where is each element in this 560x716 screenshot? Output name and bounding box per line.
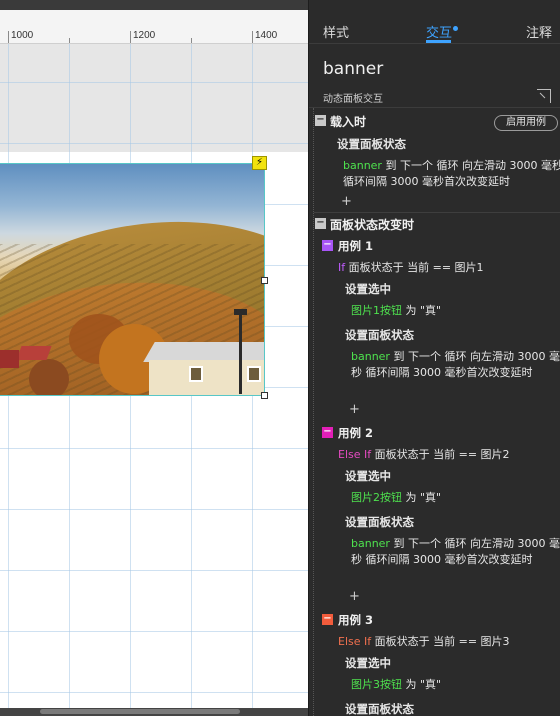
design-canvas[interactable]: 1000 1200 1400 ⚡ [0, 0, 308, 716]
minus-square-icon[interactable]: − [315, 218, 326, 229]
case-row[interactable]: − 用例 3 [322, 611, 552, 629]
case-row[interactable]: − 用例 1 [322, 237, 552, 255]
tab-style[interactable]: 样式 [323, 22, 349, 41]
case-condition[interactable]: If 面板状态于 当前 == 图片1 [338, 259, 484, 275]
action-title[interactable]: 设置面板状态 [345, 701, 414, 716]
event-onload[interactable]: − 载入时 启用用例 [314, 111, 560, 131]
ruler-tick [130, 31, 131, 43]
action-title[interactable]: 设置面板状态 [337, 136, 406, 152]
banner-dynamic-panel[interactable] [0, 163, 265, 396]
action-target: banner [351, 350, 390, 363]
minus-square-icon[interactable]: − [315, 115, 326, 126]
house-roof [143, 342, 264, 362]
ruler-tick [191, 38, 192, 43]
ruler-label: 1000 [11, 30, 34, 41]
action-target: banner [343, 159, 382, 172]
case-label: 用例 1 [338, 239, 374, 253]
case-condition[interactable]: Else If 面板状态于 当前 == 图片3 [338, 633, 510, 649]
ruler-tick [8, 31, 9, 43]
street-lamp-head [234, 309, 247, 315]
add-action-button[interactable]: + [349, 402, 360, 417]
horizontal-scrollbar[interactable] [0, 708, 308, 716]
ruler-tick [252, 31, 253, 43]
action-text: 为 "真" [402, 304, 442, 317]
minus-square-icon[interactable]: − [322, 240, 333, 251]
minus-square-icon[interactable]: − [322, 614, 333, 625]
action-target: 图片3按钮 [351, 678, 402, 691]
action-title[interactable]: 设置选中 [345, 655, 391, 671]
app-window: 1000 1200 1400 ⚡ 样式 交互 注释 banner 动态面板交互 … [0, 0, 560, 716]
condition-keyword: Else If [338, 448, 372, 461]
add-action-button[interactable]: + [349, 589, 360, 604]
house-window [247, 366, 261, 382]
ruler-tick [69, 38, 70, 43]
action-detail[interactable]: banner 到 下一个 循环 向左滑动 3000 毫秒 循环间隔 3000 毫… [351, 536, 560, 568]
condition-keyword: Else If [338, 635, 372, 648]
case-row[interactable]: − 用例 2 [322, 424, 552, 442]
action-target: banner [351, 537, 390, 550]
case-label: 用例 3 [338, 613, 374, 627]
action-text: 为 "真" [402, 491, 442, 504]
scrollbar-thumb[interactable] [40, 709, 240, 714]
tree-shape [29, 359, 69, 395]
event-title: 载入时 [330, 115, 367, 129]
red-roof [16, 346, 52, 360]
red-roof [0, 350, 19, 368]
action-detail[interactable]: 图片1按钮 为 "真" [351, 303, 560, 319]
house-window [189, 366, 203, 382]
action-title[interactable]: 设置面板状态 [345, 514, 414, 530]
case-condition[interactable]: Else If 面板状态于 当前 == 图片2 [338, 446, 510, 462]
event-list: − 载入时 启用用例 设置面板状态 banner 到 下一个 循环 向左滑动 3… [313, 108, 560, 716]
ruler-label: 1200 [133, 30, 156, 41]
resize-handle[interactable] [261, 392, 268, 399]
horizontal-ruler: 1000 1200 1400 [0, 10, 308, 44]
widget-name[interactable]: banner [323, 59, 383, 79]
tab-active-dot-icon [453, 26, 458, 31]
condition-text: 面板状态于 当前 == 图片3 [371, 635, 510, 648]
event-state-change[interactable]: − 面板状态改变时 [314, 214, 560, 234]
action-title[interactable]: 设置选中 [345, 281, 391, 297]
action-title[interactable]: 设置面板状态 [345, 327, 414, 343]
action-detail[interactable]: 图片2按钮 为 "真" [351, 490, 560, 506]
condition-text: 面板状态于 当前 == 图片2 [371, 448, 510, 461]
ruler-label: 1400 [255, 30, 278, 41]
action-target: 图片1按钮 [351, 304, 402, 317]
lightning-icon[interactable]: ⚡ [252, 156, 267, 170]
street-lamp [239, 314, 242, 394]
action-detail[interactable]: banner 到 下一个 循环 向左滑动 3000 毫秒 循环间隔 3000 毫… [343, 158, 560, 190]
enable-case-button[interactable]: 启用用例 [494, 115, 558, 131]
action-text: 为 "真" [402, 678, 442, 691]
inspector-panel: 样式 交互 注释 banner 动态面板交互 − 载入时 启用用例 设置面板状态… [308, 0, 560, 716]
house-wall [149, 360, 264, 395]
minus-square-icon[interactable]: − [322, 427, 333, 438]
condition-text: 面板状态于 当前 == 图片1 [345, 261, 484, 274]
subheader-label: 动态面板交互 [323, 94, 383, 105]
action-detail[interactable]: 图片3按钮 为 "真" [351, 677, 560, 693]
action-detail[interactable]: banner 到 下一个 循环 向左滑动 3000 毫秒 循环间隔 3000 毫… [351, 349, 560, 381]
collapse-corner-icon[interactable] [537, 89, 551, 103]
action-title[interactable]: 设置选中 [345, 468, 391, 484]
tab-notes[interactable]: 注释 [526, 22, 552, 41]
interaction-subheader: 动态面板交互 [309, 86, 560, 108]
divider [314, 212, 560, 213]
tab-underline [426, 40, 451, 43]
canvas-top-strip [0, 0, 308, 10]
resize-handle[interactable] [261, 277, 268, 284]
add-action-button[interactable]: + [341, 194, 352, 209]
event-title: 面板状态改变时 [330, 218, 415, 232]
inspector-tabs: 样式 交互 注释 [309, 0, 560, 44]
tab-interaction[interactable]: 交互 [426, 22, 452, 41]
action-target: 图片2按钮 [351, 491, 402, 504]
case-label: 用例 2 [338, 426, 374, 440]
